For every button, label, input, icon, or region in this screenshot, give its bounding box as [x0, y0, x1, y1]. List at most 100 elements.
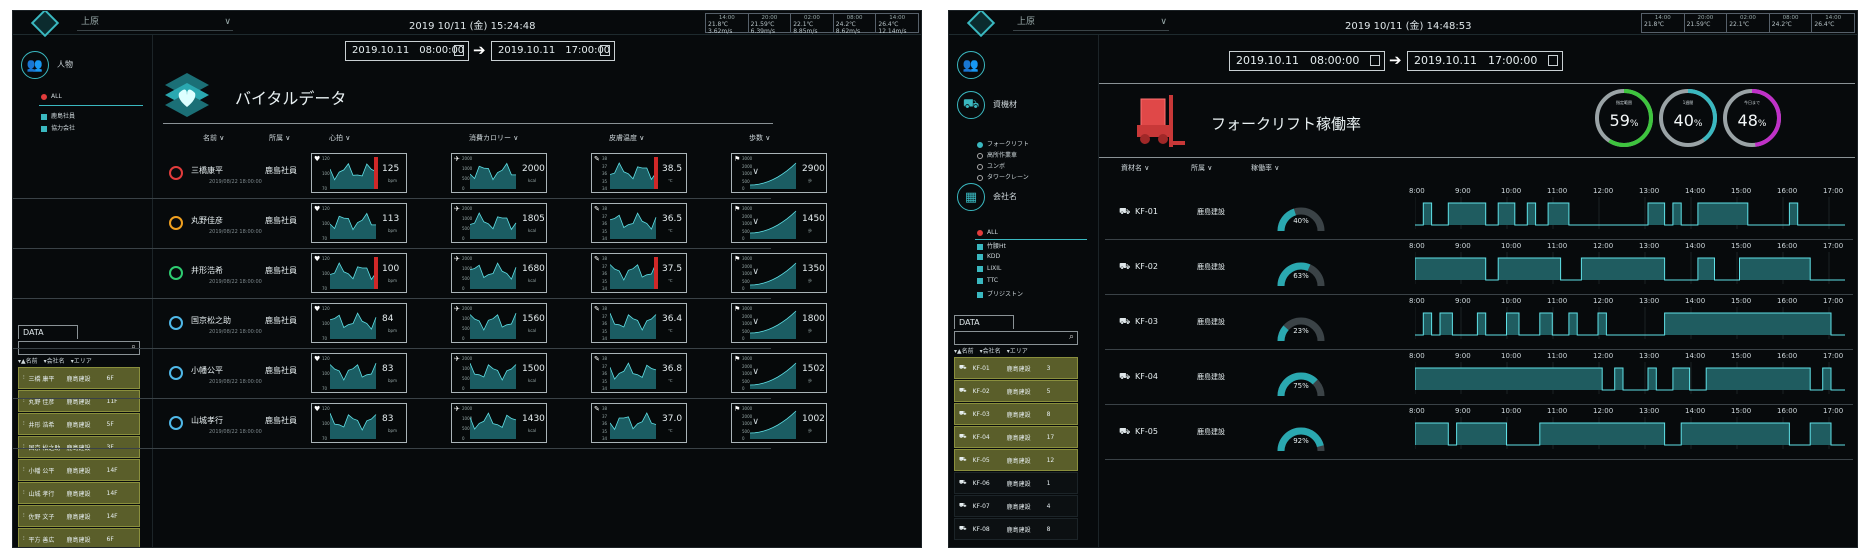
- company-option[interactable]: TTC: [977, 277, 998, 284]
- col-skin-temp[interactable]: 皮膚温度 ∨: [609, 133, 644, 143]
- company-option[interactable]: ブリジストン: [977, 289, 1023, 298]
- heart-rate-mini-chart[interactable]: ♥ 120 100 70 84 bpm: [311, 303, 407, 343]
- forklift-category-icon[interactable]: ⛟: [957, 91, 985, 119]
- header-name[interactable]: 名前: [962, 348, 974, 355]
- data-row[interactable]: ⛟ KF-06 鹿島建設 1: [954, 472, 1078, 494]
- forklift-row[interactable]: ⛟ KF-03 鹿島建設 23% 8:00 9:00 10:00 11:00 12:00 13:0…: [1105, 295, 1853, 350]
- calories-mini-chart[interactable]: ✈ 2000 1000 500 0 1805 kcal: [451, 203, 547, 243]
- unit-label: kcal: [528, 428, 537, 433]
- filter-option[interactable]: 協力会社: [41, 123, 75, 132]
- col-org[interactable]: 所属 ∨: [269, 133, 290, 143]
- heart-rate-mini-chart[interactable]: ♥ 120 100 70 83 bpm: [311, 403, 407, 443]
- person-row[interactable]: 山城孝行 2019/08/22 18:00:00 鹿島社員 ♥ 120 100 70 83 bp…: [13, 399, 827, 449]
- data-row[interactable]: ⫶ 平方 善広 鹿島建設 6F: [18, 528, 140, 547]
- forklift-row[interactable]: ⛟ KF-05 鹿島建設 92% 8:00 9:00 10:00 11:00 12:00 13:0…: [1105, 405, 1853, 460]
- heart-rate-mini-chart[interactable]: ♥ 120 100 70 125 bpm: [311, 153, 407, 193]
- steps-value: 1002: [802, 414, 825, 424]
- company-building-icon[interactable]: ▦: [957, 183, 985, 211]
- person-row[interactable]: 丸野佳彦 2019/08/22 18:00:00 鹿島社員 ♥ 120 100 70 113 b…: [13, 199, 827, 249]
- data-row[interactable]: ⫶ 佐野 文子 鹿島建設 14F: [18, 505, 140, 527]
- person-row[interactable]: 三橋康平 2019/08/22 18:00:00 鹿島社員 ♥ 120 100 70 125 b…: [13, 149, 827, 199]
- data-row[interactable]: ⛟ KF-07 鹿島建設 4: [954, 495, 1078, 517]
- steps-mini-chart[interactable]: ⚑ 3000 2000 1000 500 0 2900 歩: [731, 153, 827, 193]
- start-date-input[interactable]: 2019.10.11 08:00:00: [345, 41, 469, 61]
- steps-mini-chart[interactable]: ⚑ 3000 2000 1000 500 0 1502 歩: [731, 353, 827, 393]
- person-row[interactable]: 小幡公平 2019/08/22 18:00:00 鹿島社員 ♥ 120 100 70 83 bp…: [13, 349, 827, 399]
- forklift-row[interactable]: ⛟ KF-01 鹿島建設 40% 8:00 9:00 10:00 11:00 12:00 13:0…: [1105, 185, 1853, 240]
- unit-label: kcal: [528, 378, 537, 383]
- filter-option[interactable]: 鹿島社員: [41, 111, 75, 120]
- person-row[interactable]: 井形浩希 2019/08/22 18:00:00 鹿島社員 ♥ 120 100 70 100 b…: [13, 249, 827, 299]
- col-material[interactable]: 資材名 ∨: [1121, 163, 1149, 173]
- company-option[interactable]: KDD: [977, 253, 1000, 260]
- calories-mini-chart[interactable]: ✈ 2000 1000 500 0 2000 kcal: [451, 153, 547, 193]
- chevron-down-icon[interactable]: ∨: [752, 217, 759, 227]
- skin-temp-mini-chart[interactable]: ✎ 38 37 36 35 34 38.5 ℃: [591, 153, 687, 193]
- calendar-icon[interactable]: [1548, 55, 1558, 66]
- person-group-icon[interactable]: 👥: [957, 51, 985, 79]
- company-option[interactable]: ALL: [977, 229, 998, 236]
- data-row[interactable]: ⛟ KF-01 鹿島建設 3: [954, 357, 1078, 379]
- data-row[interactable]: ⛟ KF-08 鹿島建設 8: [954, 518, 1078, 540]
- col-heart-rate[interactable]: 心拍 ∨: [329, 133, 350, 143]
- col-org[interactable]: 所属 ∨: [1191, 163, 1212, 173]
- steps-mini-chart[interactable]: ⚑ 3000 2000 1000 500 0 1350 歩: [731, 253, 827, 293]
- end-date-input[interactable]: 2019.10.11 17:00:00: [491, 41, 615, 61]
- heart-rate-mini-chart[interactable]: ♥ 120 100 70 113 bpm: [311, 203, 407, 243]
- forklift-row[interactable]: ⛟ KF-02 鹿島建設 63% 8:00 9:00 10:00 11:00 12:00 13:0…: [1105, 240, 1853, 295]
- chevron-down-icon[interactable]: ∨: [752, 317, 759, 327]
- forklift-row[interactable]: ⛟ KF-04 鹿島建設 75% 8:00 9:00 10:00 11:00 12:00 13:0…: [1105, 350, 1853, 405]
- chevron-down-icon[interactable]: ∨: [752, 417, 759, 427]
- skin-temp-mini-chart[interactable]: ✎ 38 37 36 35 34 36.5 ℃: [591, 203, 687, 243]
- site-select[interactable]: 上原 ∨: [1013, 15, 1169, 31]
- calories-mini-chart[interactable]: ✈ 2000 1000 500 0 1680 kcal: [451, 253, 547, 293]
- data-search-input[interactable]: ⌕: [954, 331, 1078, 345]
- data-row[interactable]: ⫶ 小幡 公平 鹿島建設 14F: [18, 459, 140, 481]
- calories-mini-chart[interactable]: ✈ 2000 1000 500 0 1430 kcal: [451, 403, 547, 443]
- skin-temp-mini-chart[interactable]: ✎ 38 37 36 35 34 36.8 ℃: [591, 353, 687, 393]
- data-tab[interactable]: DATA: [954, 315, 1014, 329]
- header-area[interactable]: エリア: [1010, 348, 1028, 355]
- steps-mini-chart[interactable]: ⚑ 3000 2000 1000 500 0 1450 歩: [731, 203, 827, 243]
- filter-option-all[interactable]: ALL: [41, 93, 62, 100]
- start-date-input[interactable]: 2019.10.11 08:00:00: [1229, 51, 1385, 71]
- heart-rate-mini-chart[interactable]: ♥ 120 100 70 83 bpm: [311, 353, 407, 393]
- data-row[interactable]: ⛟ KF-04 鹿島建設 17: [954, 426, 1078, 448]
- chevron-down-icon[interactable]: ∨: [752, 167, 759, 177]
- steps-mini-chart[interactable]: ⚑ 3000 2000 1000 500 0 1800 歩: [731, 303, 827, 343]
- calories-mini-chart[interactable]: ✈ 2000 1000 500 0 1500 kcal: [451, 353, 547, 393]
- skin-temp-mini-chart[interactable]: ✎ 38 37 36 35 34 36.4 ℃: [591, 303, 687, 343]
- chevron-down-icon[interactable]: ∨: [752, 267, 759, 277]
- col-rate[interactable]: 稼働率 ∨: [1251, 163, 1279, 173]
- equipment-option[interactable]: ユンボ: [977, 161, 1005, 170]
- row-name: KF-08: [972, 525, 990, 533]
- col-name[interactable]: 名前 ∨: [203, 133, 224, 143]
- data-row[interactable]: ⛟ KF-05 鹿島建設 12: [954, 449, 1078, 471]
- col-steps[interactable]: 歩数 ∨: [749, 133, 770, 143]
- equipment-option[interactable]: 高所作業車: [977, 150, 1017, 159]
- equipment-option[interactable]: タワークレーン: [977, 172, 1029, 181]
- data-row[interactable]: ⛟ KF-03 鹿島建設 8: [954, 403, 1078, 425]
- site-select[interactable]: 上原 ∨: [77, 15, 233, 31]
- company-option[interactable]: LIXIL: [977, 265, 1001, 272]
- heart-rate-mini-chart[interactable]: ♥ 120 100 70 100 bpm: [311, 253, 407, 293]
- equipment-option[interactable]: フォークリフト: [977, 139, 1029, 148]
- data-row[interactable]: ⛟ KF-02 鹿島建設 5: [954, 380, 1078, 402]
- header-company[interactable]: 会社名: [983, 348, 1001, 355]
- skin-temp-mini-chart[interactable]: ✎ 38 37 36 35 34 37.0 ℃: [591, 403, 687, 443]
- person-group-icon[interactable]: 👥: [21, 51, 49, 79]
- calories-mini-chart[interactable]: ✈ 2000 1000 500 0 1560 kcal: [451, 303, 547, 343]
- data-row[interactable]: ⫶ 山城 孝行 鹿島建設 14F: [18, 482, 140, 504]
- app-logo-icon: [30, 11, 60, 38]
- calendar-icon[interactable]: [1370, 55, 1380, 66]
- person-row[interactable]: 国京松之助 2019/08/22 18:00:00 鹿島社員 ♥ 120 100 70 84 b…: [13, 299, 827, 349]
- company-option[interactable]: 竹腰Ht: [977, 241, 1006, 250]
- steps-mini-chart[interactable]: ⚑ 3000 2000 1000 500 0 1002 歩: [731, 403, 827, 443]
- calendar-icon[interactable]: [454, 45, 464, 56]
- calendar-icon[interactable]: [600, 45, 610, 56]
- skin-temp-mini-chart[interactable]: ✎ 38 37 36 35 34 37.5 ℃: [591, 253, 687, 293]
- col-calories[interactable]: 消費カロリー ∨: [469, 133, 518, 143]
- end-date-input[interactable]: 2019.10.11 17:00:00: [1407, 51, 1563, 71]
- active-interval: [1498, 203, 1515, 225]
- chevron-down-icon[interactable]: ∨: [752, 367, 759, 377]
